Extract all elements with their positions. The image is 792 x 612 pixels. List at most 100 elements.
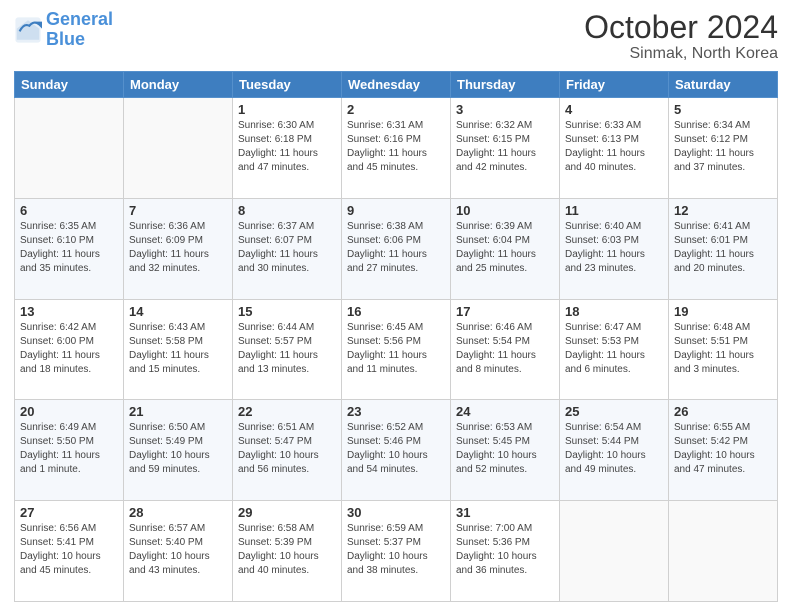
calendar-cell: 19 Sunrise: 6:48 AMSunset: 5:51 PMDayligh… — [669, 299, 778, 400]
day-number: 30 — [347, 505, 445, 520]
day-number: 26 — [674, 404, 772, 419]
calendar-cell — [124, 98, 233, 199]
calendar-cell: 28 Sunrise: 6:57 AMSunset: 5:40 PMDayligh… — [124, 501, 233, 602]
calendar-cell: 12 Sunrise: 6:41 AMSunset: 6:01 PMDayligh… — [669, 198, 778, 299]
calendar-cell — [669, 501, 778, 602]
day-detail: Sunrise: 6:58 AMSunset: 5:39 PMDaylight:… — [238, 522, 336, 578]
calendar-table: SundayMondayTuesdayWednesdayThursdayFrid… — [14, 71, 778, 602]
day-number: 9 — [347, 203, 445, 218]
calendar-cell: 10Sunrise: 6:39 AMSunset: 6:04 PMDayligh… — [451, 198, 560, 299]
calendar-cell: 6 Sunrise: 6:35 AMSunset: 6:10 PMDaylight… — [15, 198, 124, 299]
day-number: 8 — [238, 203, 336, 218]
weekday-header: Sunday — [15, 72, 124, 98]
day-detail: Sunrise: 6:42 AMSunset: 6:00 PMDaylight:… — [20, 321, 118, 377]
day-number: 15 — [238, 304, 336, 319]
day-detail: Sunrise: 6:44 AMSunset: 5:57 PMDaylight:… — [238, 321, 336, 377]
day-detail: Sunrise: 6:57 AMSunset: 5:40 PMDaylight:… — [129, 522, 227, 578]
day-detail: Sunrise: 6:40 AMSunset: 6:03 PMDaylight:… — [565, 220, 663, 276]
calendar-cell: 24Sunrise: 6:53 AMSunset: 5:45 PMDayligh… — [451, 400, 560, 501]
day-detail: Sunrise: 6:34 AMSunset: 6:12 PMDaylight:… — [674, 119, 772, 175]
day-number: 14 — [129, 304, 227, 319]
logo: General Blue — [14, 10, 113, 50]
day-number: 18 — [565, 304, 663, 319]
header: General Blue October 2024 Sinmak, North … — [14, 10, 778, 63]
calendar-cell: 29 Sunrise: 6:58 AMSunset: 5:39 PMDayligh… — [233, 501, 342, 602]
day-detail: Sunrise: 6:52 AMSunset: 5:46 PMDaylight:… — [347, 421, 445, 477]
day-detail: Sunrise: 6:54 AMSunset: 5:44 PMDaylight:… — [565, 421, 663, 477]
day-number: 6 — [20, 203, 118, 218]
calendar-cell: 31 Sunrise: 7:00 AMSunset: 5:36 PMDayligh… — [451, 501, 560, 602]
day-number: 1 — [238, 102, 336, 117]
day-detail: Sunrise: 6:56 AMSunset: 5:41 PMDaylight:… — [20, 522, 118, 578]
day-detail: Sunrise: 6:45 AMSunset: 5:56 PMDaylight:… — [347, 321, 445, 377]
calendar-cell: 25 Sunrise: 6:54 AMSunset: 5:44 PMDayligh… — [560, 400, 669, 501]
title-block: October 2024 Sinmak, North Korea — [584, 10, 778, 63]
page: General Blue October 2024 Sinmak, North … — [0, 0, 792, 612]
subtitle: Sinmak, North Korea — [584, 45, 778, 63]
calendar-week-row: 6 Sunrise: 6:35 AMSunset: 6:10 PMDaylight… — [15, 198, 778, 299]
calendar-cell: 23Sunrise: 6:52 AMSunset: 5:46 PMDayligh… — [342, 400, 451, 501]
calendar-header-row: SundayMondayTuesdayWednesdayThursdayFrid… — [15, 72, 778, 98]
day-detail: Sunrise: 6:59 AMSunset: 5:37 PMDaylight:… — [347, 522, 445, 578]
calendar-cell: 3 Sunrise: 6:32 AMSunset: 6:15 PMDaylight… — [451, 98, 560, 199]
day-number: 25 — [565, 404, 663, 419]
logo-text: General Blue — [46, 10, 113, 50]
day-number: 20 — [20, 404, 118, 419]
day-detail: Sunrise: 7:00 AMSunset: 5:36 PMDaylight:… — [456, 522, 554, 578]
weekday-header: Wednesday — [342, 72, 451, 98]
calendar-cell: 2Sunrise: 6:31 AMSunset: 6:16 PMDaylight… — [342, 98, 451, 199]
day-number: 29 — [238, 505, 336, 520]
calendar-cell: 21Sunrise: 6:50 AMSunset: 5:49 PMDayligh… — [124, 400, 233, 501]
day-number: 27 — [20, 505, 118, 520]
day-number: 7 — [129, 203, 227, 218]
day-number: 2 — [347, 102, 445, 117]
day-detail: Sunrise: 6:49 AMSunset: 5:50 PMDaylight:… — [20, 421, 118, 477]
day-number: 3 — [456, 102, 554, 117]
calendar-week-row: 20 Sunrise: 6:49 AMSunset: 5:50 PMDayligh… — [15, 400, 778, 501]
day-number: 13 — [20, 304, 118, 319]
weekday-header: Friday — [560, 72, 669, 98]
day-detail: Sunrise: 6:53 AMSunset: 5:45 PMDaylight:… — [456, 421, 554, 477]
weekday-header: Thursday — [451, 72, 560, 98]
calendar-cell: 11 Sunrise: 6:40 AMSunset: 6:03 PMDayligh… — [560, 198, 669, 299]
calendar-cell: 1 Sunrise: 6:30 AMSunset: 6:18 PMDaylight… — [233, 98, 342, 199]
day-detail: Sunrise: 6:46 AMSunset: 5:54 PMDaylight:… — [456, 321, 554, 377]
calendar-week-row: 1 Sunrise: 6:30 AMSunset: 6:18 PMDaylight… — [15, 98, 778, 199]
calendar-cell: 15 Sunrise: 6:44 AMSunset: 5:57 PMDayligh… — [233, 299, 342, 400]
day-number: 28 — [129, 505, 227, 520]
day-detail: Sunrise: 6:35 AMSunset: 6:10 PMDaylight:… — [20, 220, 118, 276]
day-number: 12 — [674, 203, 772, 218]
day-detail: Sunrise: 6:48 AMSunset: 5:51 PMDaylight:… — [674, 321, 772, 377]
day-detail: Sunrise: 6:33 AMSunset: 6:13 PMDaylight:… — [565, 119, 663, 175]
weekday-header: Saturday — [669, 72, 778, 98]
day-number: 5 — [674, 102, 772, 117]
calendar-cell — [15, 98, 124, 199]
day-number: 17 — [456, 304, 554, 319]
calendar-cell: 17 Sunrise: 6:46 AMSunset: 5:54 PMDayligh… — [451, 299, 560, 400]
calendar-cell: 18Sunrise: 6:47 AMSunset: 5:53 PMDayligh… — [560, 299, 669, 400]
calendar-cell — [560, 501, 669, 602]
day-detail: Sunrise: 6:32 AMSunset: 6:15 PMDaylight:… — [456, 119, 554, 175]
calendar-cell: 30 Sunrise: 6:59 AMSunset: 5:37 PMDayligh… — [342, 501, 451, 602]
day-detail: Sunrise: 6:30 AMSunset: 6:18 PMDaylight:… — [238, 119, 336, 175]
calendar-cell: 13 Sunrise: 6:42 AMSunset: 6:00 PMDayligh… — [15, 299, 124, 400]
calendar-cell: 7 Sunrise: 6:36 AMSunset: 6:09 PMDaylight… — [124, 198, 233, 299]
calendar-week-row: 13 Sunrise: 6:42 AMSunset: 6:00 PMDayligh… — [15, 299, 778, 400]
calendar-cell: 20 Sunrise: 6:49 AMSunset: 5:50 PMDayligh… — [15, 400, 124, 501]
day-detail: Sunrise: 6:41 AMSunset: 6:01 PMDaylight:… — [674, 220, 772, 276]
main-title: October 2024 — [584, 10, 778, 45]
day-number: 19 — [674, 304, 772, 319]
day-number: 31 — [456, 505, 554, 520]
calendar-cell: 27 Sunrise: 6:56 AMSunset: 5:41 PMDayligh… — [15, 501, 124, 602]
day-number: 11 — [565, 203, 663, 218]
calendar-cell: 14Sunrise: 6:43 AMSunset: 5:58 PMDayligh… — [124, 299, 233, 400]
day-detail: Sunrise: 6:55 AMSunset: 5:42 PMDaylight:… — [674, 421, 772, 477]
calendar-cell: 26 Sunrise: 6:55 AMSunset: 5:42 PMDayligh… — [669, 400, 778, 501]
weekday-header: Tuesday — [233, 72, 342, 98]
day-detail: Sunrise: 6:37 AMSunset: 6:07 PMDaylight:… — [238, 220, 336, 276]
calendar-cell: 5 Sunrise: 6:34 AMSunset: 6:12 PMDaylight… — [669, 98, 778, 199]
day-detail: Sunrise: 6:51 AMSunset: 5:47 PMDaylight:… — [238, 421, 336, 477]
day-number: 22 — [238, 404, 336, 419]
day-detail: Sunrise: 6:36 AMSunset: 6:09 PMDaylight:… — [129, 220, 227, 276]
calendar-cell: 4Sunrise: 6:33 AMSunset: 6:13 PMDaylight… — [560, 98, 669, 199]
